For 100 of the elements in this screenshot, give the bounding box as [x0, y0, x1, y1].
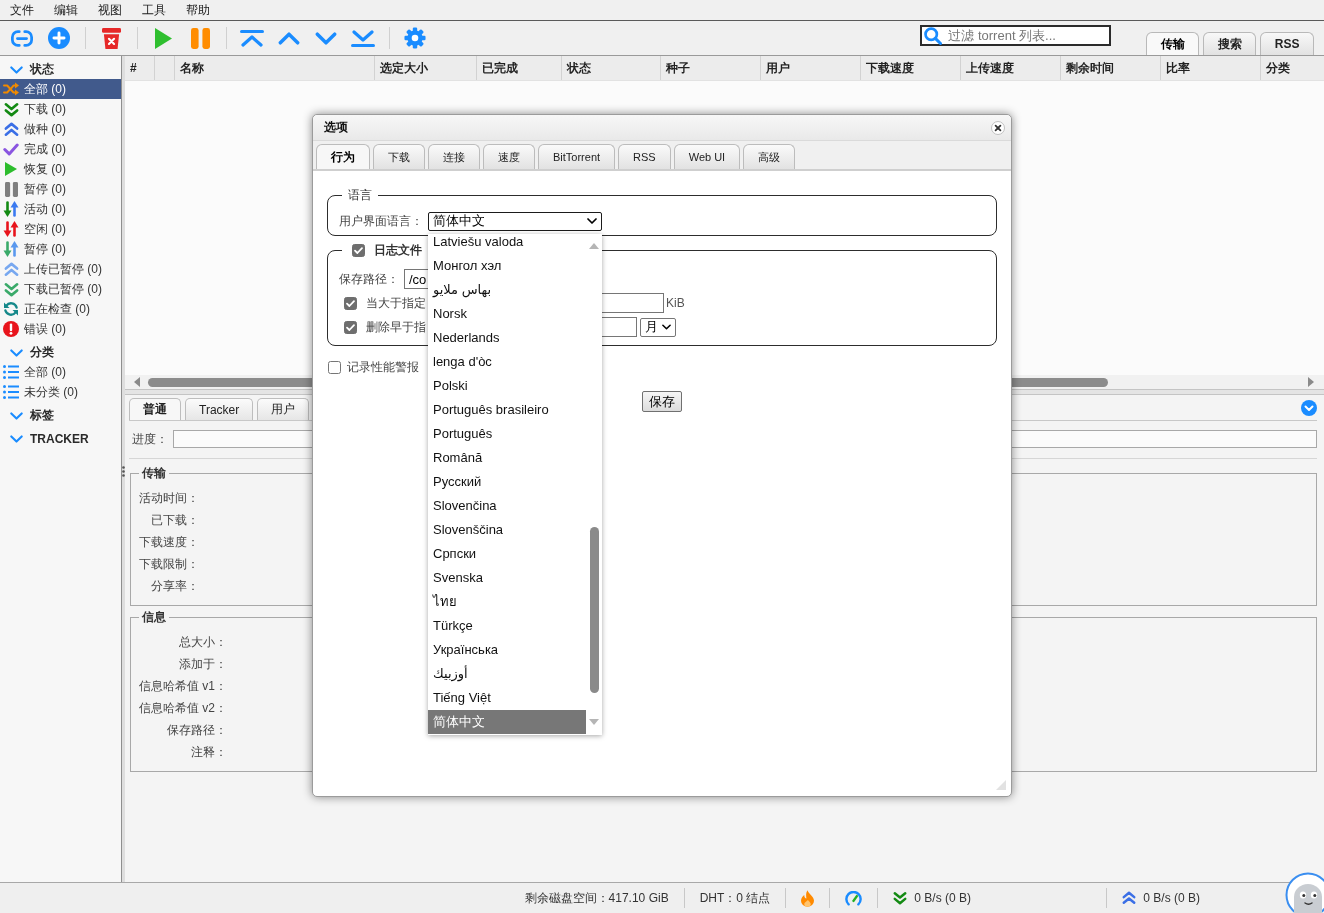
dropdown-option[interactable]: Монгол хэл	[428, 253, 586, 278]
text-field[interactable]: /co	[404, 269, 430, 289]
chevron-down-bar-icon[interactable]	[351, 29, 375, 47]
settings-icon[interactable]	[404, 27, 426, 49]
resize-grip-icon[interactable]	[996, 780, 1006, 790]
scroll-up-icon[interactable]	[589, 242, 599, 249]
dropdown-option[interactable]: بهاس ملايو	[428, 277, 586, 302]
tab[interactable]: Tracker	[185, 398, 254, 420]
section-header[interactable]: TRACKER	[0, 429, 121, 448]
sidebar-item[interactable]: 正在检查 (0)	[0, 299, 121, 319]
sidebar-item[interactable]: 上传已暂停 (0)	[0, 259, 121, 279]
dropdown-option[interactable]: Српски	[428, 541, 586, 566]
fire-icon[interactable]	[801, 889, 815, 907]
menu-item[interactable]: 帮助	[176, 0, 220, 20]
dropdown-option[interactable]: lenga d'òc	[428, 349, 586, 374]
save-button[interactable]: 保存	[642, 391, 682, 412]
dropdown-option[interactable]: Português	[428, 421, 586, 446]
tab[interactable]: 用户	[257, 398, 310, 420]
dropdown-option[interactable]: Svenska	[428, 565, 586, 590]
chevron-down-icon[interactable]	[315, 31, 337, 45]
checkbox[interactable]	[352, 243, 365, 257]
tab[interactable]: 速度	[483, 144, 535, 169]
column-header[interactable]: 选定大小	[375, 56, 477, 80]
tab[interactable]: 普通	[129, 398, 181, 420]
tab[interactable]: Web UI	[673, 144, 741, 169]
checkbox[interactable]	[344, 320, 357, 334]
link-icon[interactable]	[11, 29, 33, 47]
column-header[interactable]: 已完成	[477, 56, 562, 80]
sidebar-item[interactable]: 全部 (0)	[0, 79, 121, 99]
column-header[interactable]: 状态	[562, 56, 661, 80]
column-header[interactable]: 剩余时间	[1061, 56, 1161, 80]
plus-circle-icon[interactable]	[48, 27, 70, 49]
sidebar-item[interactable]: 恢复 (0)	[0, 159, 121, 179]
play-icon[interactable]	[154, 27, 172, 49]
column-header[interactable]: 比率	[1161, 56, 1261, 80]
close-icon[interactable]	[991, 120, 1005, 135]
number-field[interactable]	[602, 293, 664, 313]
menu-item[interactable]: 工具	[132, 0, 176, 20]
dropdown-option[interactable]: Українська	[428, 637, 586, 662]
tab[interactable]: RSS	[1260, 32, 1314, 55]
dropdown-option[interactable]: Tiếng Việt	[428, 685, 586, 710]
scroll-down-icon[interactable]	[589, 718, 599, 725]
tab[interactable]: 行为	[316, 144, 370, 169]
dropdown-option[interactable]: أوزبيك	[428, 661, 586, 686]
chevron-down-circle-icon[interactable]	[1301, 399, 1317, 416]
speedometer-icon[interactable]	[845, 890, 863, 906]
drag-handle-icon[interactable]	[122, 466, 125, 477]
sidebar-item[interactable]: 暂停 (0)	[0, 179, 121, 199]
section-header[interactable]: 状态	[0, 60, 121, 79]
chevron-up-bar-icon[interactable]	[240, 29, 264, 47]
dropdown-option[interactable]: 简体中文	[428, 709, 586, 734]
scrollbar-thumb[interactable]	[589, 526, 599, 693]
tab[interactable]: RSS	[618, 144, 671, 169]
dropdown-option[interactable]: Slovenščina	[428, 517, 586, 542]
section-header[interactable]: 分类	[0, 343, 121, 362]
sidebar-item[interactable]: 下载已暂停 (0)	[0, 279, 121, 299]
dropdown-option[interactable]: Norsk	[428, 301, 586, 326]
dropdown-option[interactable]: ไทย	[428, 589, 586, 614]
tab[interactable]: 下载	[373, 144, 425, 169]
sidebar-item[interactable]: 下载 (0)	[0, 99, 121, 119]
chevron-up-icon[interactable]	[278, 31, 300, 45]
sidebar-item[interactable]: 错误 (0)	[0, 319, 121, 339]
sidebar-item[interactable]: 完成 (0)	[0, 139, 121, 159]
number-field[interactable]	[602, 317, 637, 337]
sidebar-item[interactable]: 暂停 (0)	[0, 239, 121, 259]
column-header[interactable]: 名称	[175, 56, 375, 80]
dropdown-option[interactable]: Türkçe	[428, 613, 586, 638]
sidebar-item[interactable]: 活动 (0)	[0, 199, 121, 219]
period-select[interactable]: 月	[640, 317, 676, 337]
sidebar-item[interactable]: 未分类 (0)	[0, 382, 121, 402]
tab[interactable]: 高级	[743, 144, 796, 169]
menu-item[interactable]: 文件	[0, 0, 44, 20]
sidebar-item[interactable]: 做种 (0)	[0, 119, 121, 139]
column-header[interactable]: 上传速度	[961, 56, 1061, 80]
dropdown-option[interactable]: Polski	[428, 373, 586, 398]
column-header[interactable]: 下载速度	[861, 56, 961, 80]
checkbox[interactable]	[328, 360, 341, 374]
dropdown-option[interactable]: Português brasileiro	[428, 397, 586, 422]
search-field[interactable]: 过滤 torrent 列表...	[920, 25, 1112, 46]
dropdown-option[interactable]: Latviešu valoda	[428, 233, 586, 254]
section-header[interactable]: 标签	[0, 406, 121, 425]
sidebar-item[interactable]: 全部 (0)	[0, 362, 121, 382]
scroll-right-icon[interactable]	[1308, 377, 1314, 387]
trash-icon[interactable]	[101, 27, 121, 49]
pause-icon[interactable]	[190, 27, 210, 49]
scroll-left-icon[interactable]	[134, 377, 140, 387]
dropdown-option[interactable]: Română	[428, 445, 586, 470]
mascot-icon[interactable]	[1285, 870, 1324, 913]
column-header[interactable]: #	[125, 56, 155, 80]
language-select[interactable]: 简体中文	[428, 211, 602, 231]
column-header[interactable]: 种子	[661, 56, 761, 80]
tab[interactable]: 连接	[428, 144, 480, 169]
sidebar-item[interactable]: 空闲 (0)	[0, 219, 121, 239]
dropdown-list[interactable]	[428, 233, 602, 735]
tab[interactable]: 搜索	[1203, 32, 1257, 55]
menu-item[interactable]: 编辑	[44, 0, 88, 20]
checkbox[interactable]	[344, 296, 357, 310]
tab[interactable]: 传输	[1146, 32, 1200, 55]
menu-item[interactable]: 视图	[88, 0, 132, 20]
column-header[interactable]: 分类	[1261, 56, 1324, 80]
